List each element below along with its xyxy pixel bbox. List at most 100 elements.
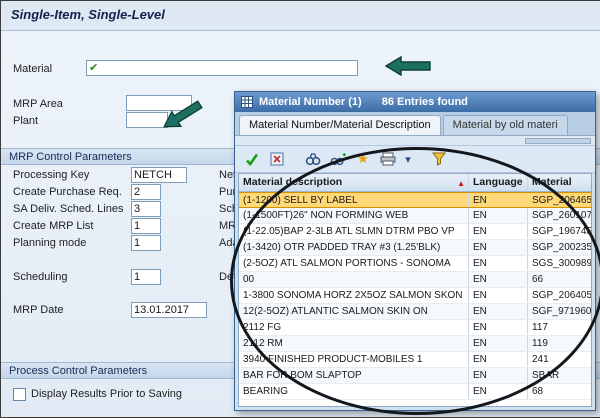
cell-description[interactable]: (1-22.05)BAP 2-3LB ATL SLMN DTRM PBO VP [239,224,468,239]
scheduling-input[interactable]: 1 [131,269,161,285]
cell-material[interactable]: 241 [527,352,591,367]
table-row[interactable]: (1-22.05)BAP 2-3LB ATL SLMN DTRM PBO VP … [239,224,591,240]
cell-material[interactable]: 119 [527,336,591,351]
table-row[interactable]: (1-1200) SELL BY LABEL EN SGP_206465 [239,192,591,208]
cell-material[interactable]: 66 [527,272,591,287]
cell-language[interactable]: EN [468,240,527,255]
mrp-date-input[interactable]: 13.01.2017 [131,302,207,318]
cell-description[interactable]: BAR FOR BOM SLAPTOP [239,368,468,383]
cell-material[interactable]: SGP_200235 [527,240,591,255]
cell-language[interactable]: EN [468,193,527,207]
cell-description[interactable]: 00 [239,272,468,287]
cell-material[interactable]: SGP_206405 [527,288,591,303]
param-label: MRP Date [13,304,64,316]
create-mrp-list-input[interactable]: 1 [131,218,161,234]
cell-language[interactable]: EN [468,208,527,223]
check-icon: ✔ [89,62,99,74]
table-header-row: Material description ▲ Language Material [239,174,591,192]
table-row[interactable]: 12(2-5OZ) ATLANTIC SALMON SKIN ON EN SGF… [239,304,591,320]
material-label: Material [13,63,53,75]
planning-mode-input[interactable]: 1 [131,235,161,251]
table-row[interactable]: 2112 RM EN 119 [239,336,591,352]
horizontal-scrollbar[interactable] [525,138,591,144]
create-purchase-req-input[interactable]: 2 [131,184,161,200]
cell-language[interactable]: EN [468,224,527,239]
table-row[interactable]: 00 EN 66 [239,272,591,288]
tab-material-by-old-material[interactable]: Material by old materi [442,115,568,135]
sap-window: Single-Item, Single-Level Material ✔ MRP… [0,0,600,418]
cell-description[interactable]: (2-5OZ) ATL SALMON PORTIONS - SONOMA [239,256,468,271]
cell-description[interactable]: 1-3800 SONOMA HORZ 2X5OZ SALMON SKON [239,288,468,303]
col-header-material-description[interactable]: Material description ▲ [239,174,468,191]
param-label: Create Purchase Req. [13,186,122,198]
entries-count: 86 Entries found [381,96,468,108]
cell-language[interactable]: EN [468,352,527,367]
cell-description[interactable]: BEARING [239,384,468,399]
param-label: Planning mode [13,237,87,249]
cell-material[interactable]: SGF_9719601 [527,304,591,319]
table-row[interactable]: BAR FOR BOM SLAPTOP EN SBAR [239,368,591,384]
cell-material[interactable]: SGP_19674P [527,224,591,239]
page-title: Single-Item, Single-Level [11,7,165,22]
display-results-checkbox[interactable] [13,388,26,401]
table-row[interactable]: (2-5OZ) ATL SALMON PORTIONS - SONOMA EN … [239,256,591,272]
cell-description[interactable]: (1-3420) OTR PADDED TRAY #3 (1.25'BLK) [239,240,468,255]
material-number-dialog: Material Number (1) 86 Entries found Mat… [234,91,596,411]
col-header-material[interactable]: Material [527,174,591,191]
tab-material-number-description[interactable]: Material Number/Material Description [239,115,441,135]
dialog-toolbar: ★ ▾ [235,146,595,173]
sa-deliv-sched-lines-input[interactable]: 3 [131,201,161,217]
cell-material[interactable]: 117 [527,320,591,335]
favorites-star-icon[interactable]: ★ [352,149,374,170]
sort-ascending-icon: ▲ [457,179,465,188]
param-label: Create MRP List [13,220,94,232]
param-label: Scheduling [13,271,68,283]
dialog-titlebar[interactable]: Material Number (1) 86 Entries found [235,92,595,112]
accept-icon[interactable] [241,149,263,170]
close-window-icon[interactable] [266,149,288,170]
print-menu-icon[interactable]: ▾ [402,149,414,170]
table-row[interactable]: 1-3800 SONOMA HORZ 2X5OZ SALMON SKON EN … [239,288,591,304]
cell-description[interactable]: (1-1500FT)26" NON FORMING WEB [239,208,468,223]
material-input[interactable]: ✔ [86,60,358,76]
cell-material[interactable]: SGP_206465 [527,193,591,207]
param-label: SA Deliv. Sched. Lines [13,203,124,215]
cell-language[interactable]: EN [468,336,527,351]
cell-material[interactable]: 68 [527,384,591,399]
cell-language[interactable]: EN [468,256,527,271]
cell-language[interactable]: EN [468,384,527,399]
param-label: Processing Key [13,169,90,181]
mrp-area-label: MRP Area [13,98,63,110]
cell-description[interactable]: 2112 RM [239,336,468,351]
processing-key-input[interactable]: NETCH [131,167,187,183]
print-icon[interactable] [377,149,399,170]
table-row[interactable]: (1-1500FT)26" NON FORMING WEB EN SGP_260… [239,208,591,224]
results-table: Material description ▲ Language Material… [238,173,592,407]
find-next-icon[interactable] [327,149,349,170]
personal-value-list-icon[interactable] [428,149,450,170]
cell-material[interactable]: SGS_300989 [527,256,591,271]
table-row[interactable]: 2112 FG EN 117 [239,320,591,336]
cell-description[interactable]: (1-1200) SELL BY LABEL [239,193,468,207]
table-row[interactable]: BEARING EN 68 [239,384,591,400]
cell-language[interactable]: EN [468,304,527,319]
cell-material[interactable]: SBAR [527,368,591,383]
display-results-label: Display Results Prior to Saving [31,388,183,400]
cell-language[interactable]: EN [468,288,527,303]
cell-description[interactable]: 3940 FINISHED PRODUCT-MOBILES 1 [239,352,468,367]
tab-scroll-strip [235,136,595,146]
table-row[interactable]: (1-3420) OTR PADDED TRAY #3 (1.25'BLK) E… [239,240,591,256]
col-header-language[interactable]: Language [468,174,527,191]
cell-language[interactable]: EN [468,368,527,383]
find-icon[interactable] [302,149,324,170]
cell-language[interactable]: EN [468,272,527,287]
dialog-title: Material Number (1) [259,96,362,108]
table-row[interactable]: 3940 FINISHED PRODUCT-MOBILES 1 EN 241 [239,352,591,368]
table-grid-icon [241,96,253,108]
plant-label: Plant [13,115,39,127]
annotation-arrow-material [384,55,431,77]
cell-description[interactable]: 2112 FG [239,320,468,335]
cell-material[interactable]: SGP_260107 [527,208,591,223]
cell-language[interactable]: EN [468,320,527,335]
cell-description[interactable]: 12(2-5OZ) ATLANTIC SALMON SKIN ON [239,304,468,319]
